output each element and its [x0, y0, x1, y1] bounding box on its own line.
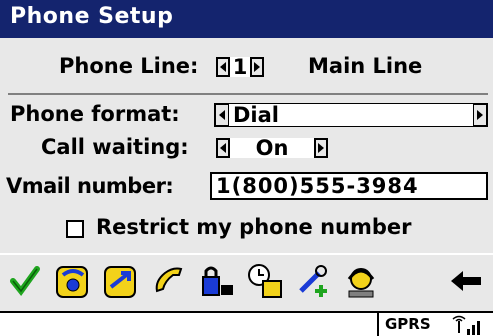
phone-format-label: Phone format: [10, 102, 180, 126]
vmail-number-label: Vmail number: [6, 174, 174, 198]
checkmark-icon[interactable] [4, 259, 46, 303]
phone-setup-screen: Phone Setup Phone Line: 1 Main Line Phon… [0, 0, 493, 336]
phone-line-value: 1 [230, 57, 250, 78]
network-status: GPRS [377, 313, 493, 336]
signal-strength-icon [452, 315, 480, 335]
call-waiting-value: On [230, 138, 314, 159]
divider [8, 93, 488, 95]
restrict-checkbox[interactable] [66, 220, 84, 238]
operator-icon[interactable] [340, 259, 382, 303]
call-waiting-spinner[interactable]: On [216, 137, 328, 159]
right-arrow-icon [318, 143, 324, 153]
tools-add-icon[interactable] [292, 259, 334, 303]
phone-line-next-button[interactable] [250, 57, 264, 77]
phone-format-value: Dial [229, 104, 465, 126]
network-type: GPRS [385, 315, 431, 333]
title-bar: Phone Setup [0, 0, 493, 38]
call-waiting-next-button[interactable] [314, 138, 328, 158]
phone-format-select[interactable]: Dial [214, 103, 488, 127]
phone-format-next-button[interactable] [473, 104, 487, 126]
call-waiting-prev-button[interactable] [216, 138, 230, 158]
left-arrow-icon [220, 143, 226, 153]
restrict-label: Restrict my phone number [96, 215, 412, 239]
phone-line-name: Main Line [308, 54, 423, 78]
left-arrow-icon [219, 110, 225, 120]
phone-settings-icon[interactable] [52, 259, 94, 303]
left-arrow-icon [220, 62, 226, 72]
back-arrow-icon[interactable] [446, 259, 488, 303]
call-timer-icon[interactable] [244, 259, 286, 303]
settings-panel: Phone Line: 1 Main Line Phone format: Di… [0, 38, 493, 253]
toolbar [0, 253, 493, 311]
phone-format-prev-button[interactable] [215, 104, 229, 126]
phone-line-label: Phone Line: [59, 54, 199, 78]
right-arrow-icon [254, 62, 260, 72]
phone-line-spinner[interactable]: 1 [216, 56, 264, 78]
call-waiting-label: Call waiting: [41, 135, 189, 159]
forward-icon[interactable] [100, 259, 142, 303]
window-title: Phone Setup [10, 4, 174, 29]
phone-line-prev-button[interactable] [216, 57, 230, 77]
vmail-number-field[interactable]: 1(800)555-3984 [210, 172, 488, 200]
right-arrow-icon [477, 110, 483, 120]
call-handset-icon[interactable] [148, 259, 190, 303]
lock-keypad-icon[interactable] [196, 259, 238, 303]
status-bar: GPRS [0, 311, 493, 336]
